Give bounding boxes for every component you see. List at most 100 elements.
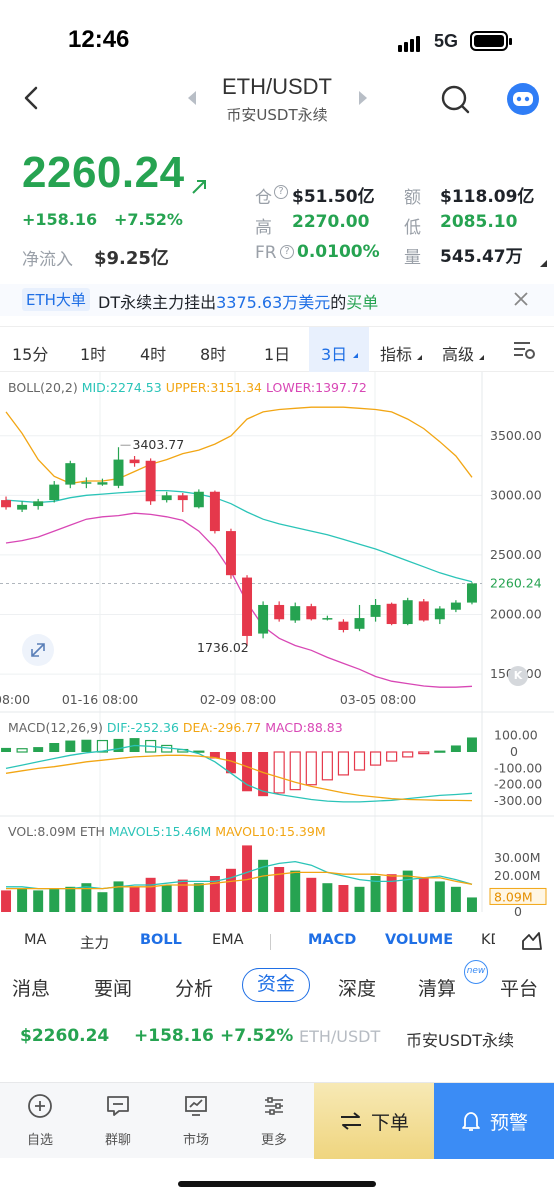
candle-body: [49, 484, 60, 501]
robot-icon: [507, 83, 539, 115]
candle-body: [145, 460, 156, 502]
nav-group-chat-label: 群聊: [104, 1133, 131, 1148]
price-alert-button[interactable]: 预警: [434, 1083, 554, 1159]
chart-settings-button[interactable]: [512, 339, 536, 365]
nav-market[interactable]: 市场: [166, 1093, 226, 1148]
nav-more-label: 更多: [260, 1133, 287, 1148]
status-bar: 12:46 5G: [0, 0, 554, 70]
ticker-row: $2260.24 +158.16 +7.52% ETH/USDT 币安USDT永…: [0, 1020, 554, 1054]
vol-ma5: MAVOL5:15.46M: [108, 824, 212, 839]
candle-body: [161, 495, 172, 501]
candle-body: [434, 608, 445, 620]
boll-upper-line: [5, 406, 473, 485]
chart-settings-icon: [514, 342, 535, 359]
tab-ind-boll[interactable]: BOLL: [140, 932, 182, 948]
macd-bar: [434, 750, 446, 753]
tab-advanced[interactable]: 高级: [442, 341, 485, 365]
tab-liquidation[interactable]: 清算: [418, 974, 456, 1001]
vol-label: VOL:8.09M ETH: [8, 824, 105, 839]
pair-title[interactable]: ETH/USDT: [0, 74, 554, 100]
tab-timeframe-15m[interactable]: 15分: [12, 341, 48, 365]
tab-timeframe-1h[interactable]: 1时: [80, 341, 106, 365]
fr-info-icon[interactable]: ?: [280, 245, 294, 259]
tab-news[interactable]: 消息: [12, 974, 50, 1001]
low-label: 低: [404, 218, 421, 238]
tab-ind-main-force[interactable]: 主力: [80, 932, 109, 953]
tab-ind-ema[interactable]: EMA: [212, 932, 244, 948]
signal-icon: [398, 33, 422, 52]
dropdown-caret-icon: [417, 355, 423, 360]
price-up-arrow-icon: [190, 178, 208, 200]
search-button[interactable]: [440, 84, 470, 114]
ticker-change: +158.16: [134, 1026, 214, 1046]
tab-analysis[interactable]: 分析: [175, 974, 213, 1001]
price-tick-label: 2500.00: [490, 547, 542, 562]
tab-ind-macd[interactable]: MACD: [308, 932, 356, 948]
dropdown-caret-icon: [353, 353, 358, 358]
volume-bar: [65, 886, 76, 912]
tab-funds-label: 资金: [256, 973, 295, 995]
close-icon: [514, 292, 528, 306]
price-change: +158.16: [22, 210, 98, 229]
tab-timeframe-3d[interactable]: 3日: [309, 327, 369, 372]
tab-timeframe-8h[interactable]: 8时: [200, 341, 226, 365]
network-label: 5G: [434, 31, 459, 51]
macd-bar: [305, 751, 317, 786]
reset-k-button[interactable]: K: [508, 666, 528, 686]
ticker-pct: +7.52%: [220, 1026, 294, 1046]
new-badge: new: [464, 960, 488, 984]
volume-bar: [97, 892, 108, 912]
macd-bar: [81, 739, 92, 752]
ticker-price: $2260.24: [20, 1026, 110, 1046]
tab-indicators[interactable]: 指标: [380, 341, 423, 365]
vol-tick-label: 0: [514, 904, 522, 919]
nav-watchlist[interactable]: 自选: [10, 1093, 70, 1148]
tab-headlines[interactable]: 要闻: [94, 974, 132, 1001]
vol-tick-label: 20.00M: [494, 868, 541, 883]
tab-timeframe-1d[interactable]: 1日: [264, 341, 290, 365]
tab-depth[interactable]: 深度: [338, 974, 376, 1001]
vol-ma10: MAVOL10:15.39M: [215, 824, 326, 839]
robot-assistant-button[interactable]: [506, 82, 540, 116]
tab-platform[interactable]: 平台: [500, 974, 538, 1001]
tab-ind-kd[interactable]: KD: [481, 932, 495, 948]
candle-body: [81, 482, 92, 484]
candle-body: [242, 577, 253, 636]
macd-bar: [65, 740, 76, 752]
tab-ind-ma[interactable]: MA: [24, 932, 46, 948]
macd-bar: [321, 751, 333, 781]
banner-side: 买单: [346, 293, 379, 312]
volume-bar: [193, 883, 204, 912]
oi-info-icon[interactable]: ?: [274, 185, 288, 199]
tab-ind-volume[interactable]: VOLUME: [385, 932, 453, 948]
drawing-tool-button[interactable]: [512, 928, 554, 954]
place-order-button[interactable]: 下单: [314, 1083, 434, 1159]
nav-group-chat[interactable]: 群聊: [88, 1093, 148, 1148]
fr-value: 0.0100%: [297, 242, 380, 262]
macd-bar: [337, 751, 350, 776]
candle-body: [33, 501, 44, 507]
expand-corner-icon[interactable]: [540, 260, 547, 267]
candle-body: [370, 604, 381, 617]
macd-value: MACD:88.83: [265, 720, 343, 735]
volume-bar: [33, 890, 44, 912]
chat-icon: [107, 1096, 129, 1116]
monitor-chart-icon: [185, 1096, 207, 1116]
macd-label: MACD(12,26,9): [8, 720, 103, 735]
nav-more[interactable]: 更多: [244, 1093, 304, 1148]
news-tabs: 消息 要闻 分析 资金 深度 清算 new 平台: [0, 960, 554, 1010]
high-annotation: 3403.77: [133, 437, 185, 452]
plus-circle-icon: [28, 1094, 52, 1118]
kline-chart[interactable]: 3500.003000.002500.002260.242000.001500.…: [0, 372, 554, 928]
boll-legend: BOLL(20,2) MID:2274.53 UPPER:3151.34 LOW…: [8, 380, 367, 395]
swap-arrows-icon: [340, 1112, 361, 1130]
volume-bar: [466, 897, 477, 912]
candle-body: [1, 500, 12, 508]
candle-body: [97, 482, 108, 485]
banner-close-button[interactable]: [512, 290, 530, 312]
candle-body: [306, 606, 317, 620]
fullscreen-button[interactable]: [22, 634, 54, 666]
candle-body: [354, 618, 365, 629]
tab-funds[interactable]: 资金: [242, 968, 310, 1002]
tab-timeframe-4h[interactable]: 4时: [140, 341, 166, 365]
